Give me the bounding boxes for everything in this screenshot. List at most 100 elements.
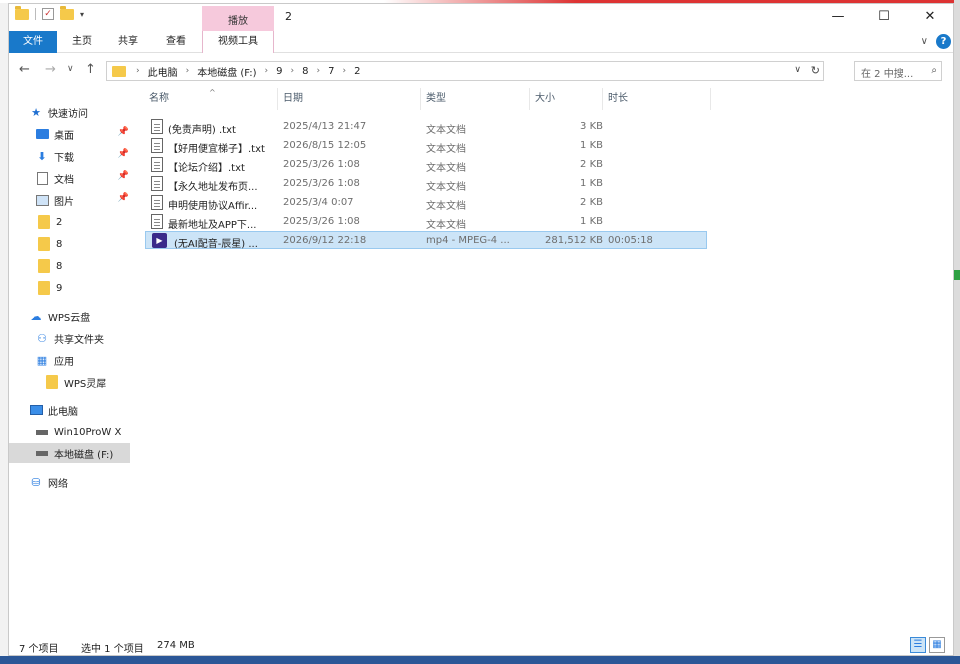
sidebar-item-drive-f[interactable]: 本地磁盘 (F:) [9,443,130,463]
text-file-icon [151,157,163,172]
tab-share[interactable]: 共享 [107,31,149,53]
share-icon: ⚇ [37,331,47,345]
tab-video-tools[interactable]: 视频工具 [202,31,274,53]
computer-icon [29,405,43,415]
search-box[interactable]: 在 2 中搜... ⌕ [854,61,942,81]
file-row[interactable]: 【好用便宜梯子】.txt 2026/8/15 12:05 文本文档 1 KB [145,137,707,155]
details-view-icon[interactable]: ☰ [910,637,926,653]
column-header-duration[interactable]: 时长 [604,88,711,110]
column-header-type[interactable]: 类型 [422,88,530,110]
column-header-label: 日期 [283,93,303,104]
address-bar[interactable]: › 此电脑 › 本地磁盘 (F:) › 9 › 8 › 7 › 2 ∨ ↻ [106,61,824,81]
breadcrumb-item[interactable]: 此电脑 [148,64,178,79]
close-button[interactable]: ✕ [907,4,953,28]
folder-icon [38,237,50,251]
background-left-edge [0,0,8,664]
folder-icon [112,65,126,77]
folder-icon[interactable] [15,5,29,20]
large-icons-view-icon[interactable]: ▦ [929,637,945,653]
file-row[interactable]: 【永久地址发布页... 2025/3/26 1:08 文本文档 1 KB [145,175,707,193]
sidebar-item-desktop[interactable]: 桌面 📌 [35,124,129,144]
minimize-button[interactable]: — [815,4,861,28]
pin-icon[interactable]: 📌 [118,171,129,181]
file-size: 1 KB [580,216,603,227]
address-dropdown-icon[interactable]: ∨ [794,65,801,75]
customize-toolbar-icon[interactable]: ▾ [80,10,84,19]
taskbar-strip [0,656,960,664]
sidebar-item-wps-cloud[interactable]: ☁ WPS云盘 [29,306,91,326]
toolbar-separator [35,8,36,20]
file-type: 文本文档 [426,220,466,231]
column-header-size[interactable]: 大小 [531,88,603,110]
sidebar-item-label: 网络 [48,478,68,490]
pin-icon[interactable]: 📌 [118,193,129,203]
chevron-right-icon[interactable]: › [265,66,269,76]
chevron-right-icon[interactable]: › [291,66,295,76]
sort-ascending-icon: ^ [209,88,216,97]
file-row[interactable]: 最新地址及APP下... 2025/3/26 1:08 文本文档 1 KB [145,213,707,231]
view-switcher: ☰ ▦ [910,637,945,653]
sidebar-item-folder-9[interactable]: 9 [37,278,62,298]
recent-locations-icon[interactable]: ∨ [67,64,74,74]
column-header-label: 名称 [149,93,169,104]
file-row[interactable]: 【论坛介绍】.txt 2025/3/26 1:08 文本文档 2 KB [145,156,707,174]
sidebar-item-folder-8[interactable]: 8 [37,256,62,276]
file-type: 文本文档 [426,182,466,193]
ribbon-right-controls: ∨ ? [921,34,951,49]
chevron-down-icon[interactable]: ∨ [921,36,928,47]
sidebar-item-shared-folder[interactable]: ⚇ 共享文件夹 [35,328,104,348]
search-input[interactable]: 在 2 中搜... [861,69,913,80]
file-date: 2025/3/4 0:07 [283,197,354,208]
file-name: 【好用便宜梯子】.txt [168,144,265,155]
column-header-date[interactable]: 日期 [279,88,421,110]
file-row[interactable]: (免责声明) .txt 2025/4/13 21:47 文本文档 3 KB [145,118,707,136]
sidebar-item-apps[interactable]: ▦ 应用 [35,350,74,370]
pin-icon[interactable]: 📌 [118,149,129,159]
sidebar-item-downloads[interactable]: ⬇ 下载 📌 [35,146,129,166]
file-date: 2025/3/26 1:08 [283,178,360,189]
file-date: 2025/3/26 1:08 [283,159,360,170]
new-folder-icon[interactable] [60,5,74,20]
back-arrow-icon[interactable]: ← [19,62,30,77]
chevron-right-icon[interactable]: › [317,66,321,76]
tab-view[interactable]: 查看 [155,31,197,53]
file-size: 2 KB [580,197,603,208]
chevron-right-icon[interactable]: › [186,66,190,76]
sidebar-item-quick-access[interactable]: ★ 快速访问 [29,102,88,122]
selection-size: 274 MB [157,640,195,651]
tab-home[interactable]: 主页 [61,31,103,53]
text-file-icon [151,176,163,191]
quick-access-toolbar: ✓ ▾ [15,5,84,20]
file-row[interactable]: 申明使用协议Affir... 2025/3/4 0:07 文本文档 2 KB [145,194,707,212]
search-icon[interactable]: ⌕ [931,65,937,76]
sidebar-item-network[interactable]: ⛁ 网络 [29,472,68,492]
sidebar-item-wps-lingxi[interactable]: WPS灵犀 [45,372,106,392]
breadcrumb-item[interactable]: 2 [354,66,360,77]
file-type: 文本文档 [426,201,466,212]
forward-arrow-icon[interactable]: → [45,62,56,77]
drive-icon [36,450,48,456]
maximize-button[interactable]: ☐ [861,4,907,28]
help-icon[interactable]: ? [936,34,951,49]
picture-icon [35,194,49,206]
sidebar-item-drive-c[interactable]: Win10ProW X [35,422,134,442]
refresh-icon[interactable]: ↻ [811,64,820,77]
breadcrumb-item[interactable]: 7 [328,66,334,77]
sidebar-item-pictures[interactable]: 图片 📌 [35,190,129,210]
pin-icon[interactable]: 📌 [118,127,129,137]
tab-file[interactable]: 文件 [9,31,57,53]
up-arrow-icon[interactable]: ↑ [85,62,96,77]
sidebar-item-this-pc[interactable]: 此电脑 [29,400,78,420]
file-row-selected[interactable]: ▶ (无AI配音-辰星) ... 2026/9/12 22:18 mp4 - M… [145,231,707,250]
sidebar-item-documents[interactable]: 文档 📌 [35,168,129,188]
breadcrumb-item[interactable]: 8 [302,66,308,77]
sidebar-item-folder-2[interactable]: 2 [37,212,62,232]
breadcrumb-item[interactable]: 9 [276,66,282,77]
sidebar-item-folder-8[interactable]: 8 [37,234,62,254]
column-header-name[interactable]: 名称 ^ [145,88,278,110]
file-size: 1 KB [580,140,603,151]
status-bar: 7 个项目 选中 1 个项目 274 MB ☰ ▦ [9,637,953,655]
chevron-right-icon[interactable]: › [343,66,347,76]
properties-icon[interactable]: ✓ [42,8,54,20]
breadcrumb-item[interactable]: 本地磁盘 (F:) [197,64,256,79]
